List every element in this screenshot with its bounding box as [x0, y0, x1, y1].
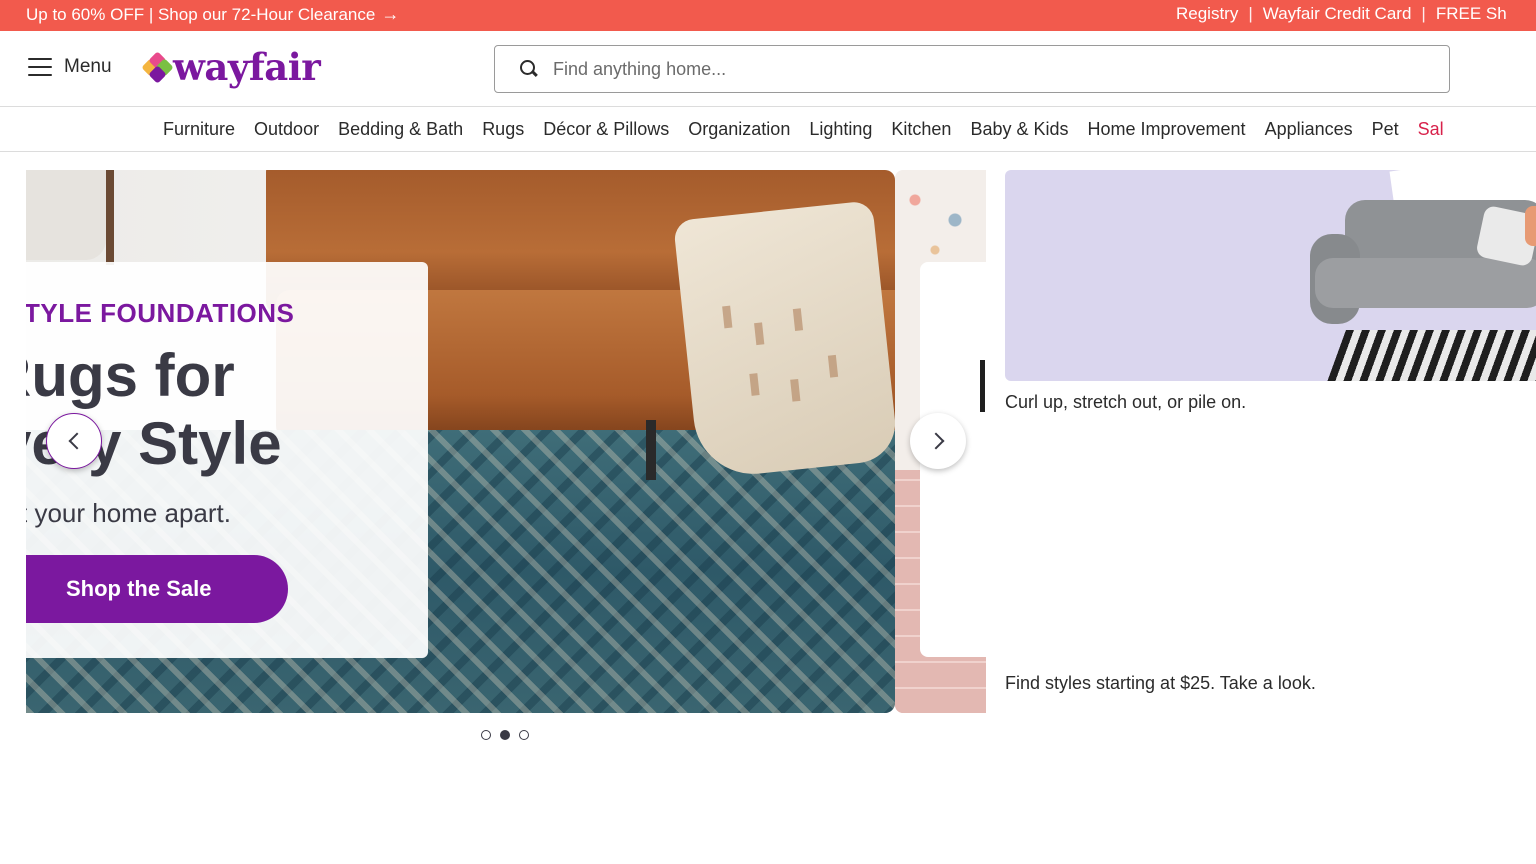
category-pet[interactable]: Pet: [1372, 119, 1399, 140]
carousel-dots: [481, 730, 529, 740]
carousel-dot-3[interactable]: [519, 730, 529, 740]
hero-subline: t your home apart.: [26, 498, 231, 528]
shop-the-sale-button[interactable]: Shop the Sale: [26, 555, 288, 623]
hero-image-sofa-leg: [646, 420, 656, 480]
promo-link[interactable]: Up to 60% OFF | Shop our 72-Hour Clearan…: [26, 4, 399, 25]
hamburger-icon: [28, 58, 52, 76]
carousel-next-button[interactable]: [910, 413, 966, 469]
category-appliances[interactable]: Appliances: [1265, 119, 1353, 140]
separator: |: [1421, 4, 1426, 23]
striped-rug: [1324, 330, 1536, 381]
category-nav: Furniture Outdoor Bedding & Bath Rugs Dé…: [0, 107, 1536, 152]
category-rugs[interactable]: Rugs: [482, 119, 524, 140]
registry-link[interactable]: Registry: [1176, 4, 1238, 24]
hero-image-throw: [672, 200, 895, 480]
free-shipping-link[interactable]: FREE Sh: [1436, 4, 1507, 24]
utility-links: Registry | Wayfair Credit Card | FREE Sh: [1176, 4, 1507, 24]
category-bedding-bath[interactable]: Bedding & Bath: [338, 119, 463, 140]
category-home-improvement[interactable]: Home Improvement: [1088, 119, 1246, 140]
hero-eyebrow: TYLE FOUNDATIONS: [26, 298, 295, 328]
hero-image-chair: [26, 170, 106, 260]
search-icon[interactable]: [519, 59, 539, 79]
grey-sofa-seat: [1315, 258, 1536, 308]
carousel-dot-2[interactable]: [500, 730, 510, 740]
logo-mark-icon: [141, 51, 174, 84]
category-baby-kids[interactable]: Baby & Kids: [970, 119, 1068, 140]
hero-image-chair-leg: [106, 170, 114, 265]
wayfair-logo[interactable]: wayfair: [141, 45, 321, 89]
chevron-left-icon: [68, 432, 85, 450]
styles-promo-caption[interactable]: Find styles starting at $25. Take a look…: [1005, 673, 1316, 694]
category-kitchen[interactable]: Kitchen: [891, 119, 951, 140]
sofa-promo-caption[interactable]: Curl up, stretch out, or pile on.: [1005, 392, 1246, 413]
separator: |: [1248, 4, 1253, 23]
category-furniture[interactable]: Furniture: [163, 119, 235, 140]
promo-bar: Up to 60% OFF | Shop our 72-Hour Clearan…: [0, 0, 1536, 31]
site-header: Menu wayfair: [0, 31, 1536, 107]
hero-carousel: TYLE FOUNDATIONS Rugs for Every Style t …: [26, 170, 986, 713]
headline-line-1: ugs for: [31, 342, 235, 409]
chevron-right-icon: [927, 432, 944, 450]
category-sale[interactable]: Sal: [1418, 119, 1444, 140]
orange-pillow: [1525, 206, 1536, 246]
search-box[interactable]: [494, 45, 1450, 93]
category-lighting[interactable]: Lighting: [809, 119, 872, 140]
carousel-prev-button[interactable]: [46, 413, 102, 469]
arrow-right-icon: →: [381, 4, 400, 24]
carousel-dot-1[interactable]: [481, 730, 491, 740]
credit-card-link[interactable]: Wayfair Credit Card: [1263, 4, 1412, 24]
search-input[interactable]: [553, 58, 1413, 80]
menu-label: Menu: [64, 56, 112, 77]
category-decor-pillows[interactable]: Décor & Pillows: [543, 119, 669, 140]
next-slide-bar: [980, 360, 985, 412]
sofa-promo-image[interactable]: [1005, 170, 1536, 381]
logo-text: wayfair: [173, 45, 321, 89]
menu-button[interactable]: Menu: [28, 56, 112, 78]
category-outdoor[interactable]: Outdoor: [254, 119, 319, 140]
hero-slide[interactable]: TYLE FOUNDATIONS Rugs for Every Style t …: [26, 170, 895, 713]
category-organization[interactable]: Organization: [688, 119, 790, 140]
promo-message[interactable]: Up to 60% OFF | Shop our 72-Hour Clearan…: [26, 5, 375, 25]
